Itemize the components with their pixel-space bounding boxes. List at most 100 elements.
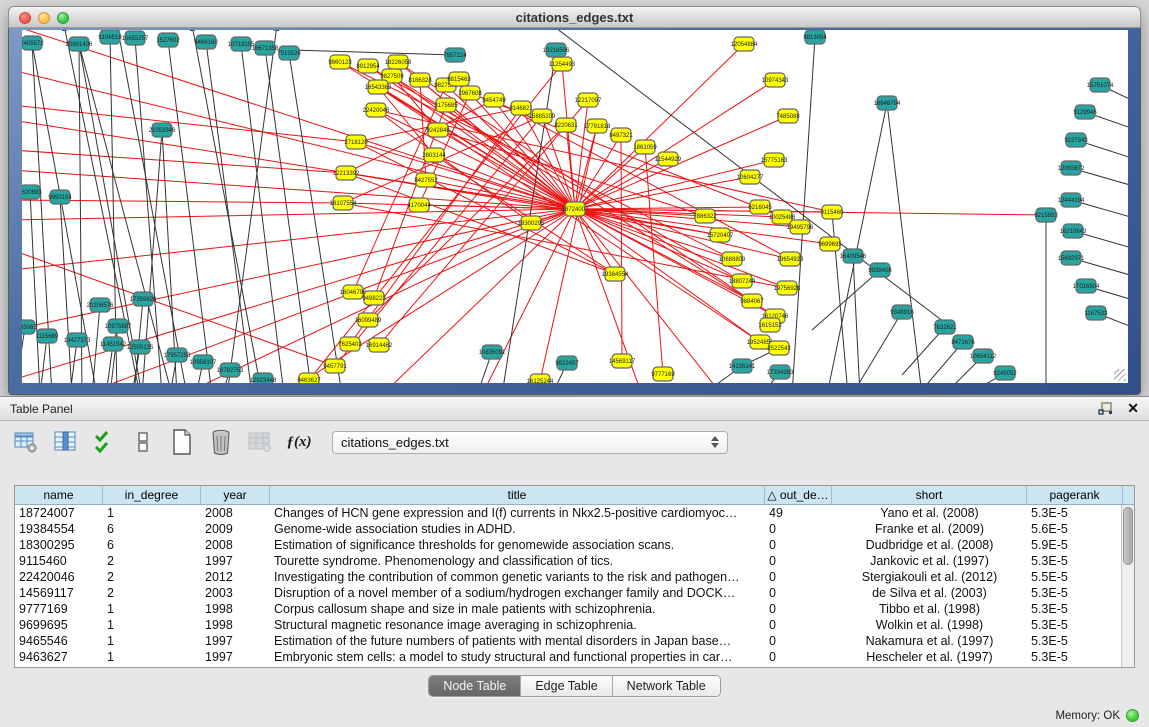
graph-node[interactable]: 13427373	[64, 333, 91, 347]
graph-edge[interactable]	[30, 192, 40, 383]
graph-node[interactable]: 2967608	[458, 86, 482, 100]
graph-edge[interactable]	[162, 130, 177, 383]
graph-node[interactable]: 2405572	[22, 36, 44, 50]
graph-edge[interactable]	[812, 270, 880, 330]
table-row[interactable]: 911546021997Tourette syndrome. Phenomeno…	[15, 553, 1134, 569]
tab-node-table[interactable]: Node Table	[429, 676, 521, 696]
graph-node[interactable]: 12213392	[333, 166, 360, 180]
select-all-button[interactable]	[92, 430, 116, 454]
graph-node[interactable]: 22420046	[363, 103, 390, 117]
graph-node[interactable]: 1861059	[633, 140, 657, 154]
graph-node[interactable]: 7485088	[776, 109, 800, 123]
graph-node[interactable]: 10654112	[970, 349, 997, 363]
graph-node[interactable]: 9950154	[48, 190, 72, 204]
graph-node[interactable]: 6216045	[748, 200, 772, 214]
graph-node[interactable]: 19756928	[774, 281, 801, 295]
graph-node[interactable]: 17957253	[164, 348, 191, 362]
graph-edge[interactable]	[852, 312, 902, 383]
graph-node[interactable]: 8186328	[408, 73, 432, 87]
graph-node[interactable]: 9215953	[1034, 208, 1058, 222]
graph-node[interactable]: 9463627	[297, 373, 321, 383]
graph-node[interactable]: 8497321	[609, 128, 633, 142]
graph-node[interactable]: 9242848	[426, 123, 450, 137]
delete-rows-button[interactable]	[209, 430, 233, 454]
graph-node[interactable]: 10835091	[479, 345, 506, 359]
graph-node[interactable]: 7835061	[22, 320, 37, 334]
graph-node[interactable]: 18724007	[562, 202, 589, 216]
graph-node[interactable]: 8454749	[482, 93, 506, 107]
graph-node[interactable]: 2803144	[422, 148, 446, 162]
graph-edge[interactable]	[64, 30, 140, 383]
graph-node[interactable]: 7632621	[933, 320, 957, 334]
column-header[interactable]: year	[201, 486, 270, 504]
graph-node[interactable]: 15775163	[761, 153, 788, 167]
graph-node[interactable]: 7625402	[338, 337, 362, 351]
graph-edge[interactable]	[289, 53, 342, 383]
graph-node[interactable]: 8471676	[951, 335, 975, 349]
graph-node[interactable]: 9860123	[328, 55, 352, 69]
table-row[interactable]: 969969511998Structural magnetic resonanc…	[15, 617, 1134, 633]
graph-node[interactable]: 19218506	[543, 43, 570, 57]
graph-node[interactable]: 9498222	[362, 291, 386, 305]
graph-node[interactable]: 11451942	[100, 337, 127, 351]
graph-node[interactable]: 15692971	[1058, 251, 1085, 265]
graph-edge[interactable]	[887, 103, 922, 383]
graph-node[interactable]: 7886322	[693, 209, 717, 223]
graph-node[interactable]: 10975887	[105, 319, 132, 333]
graph-node[interactable]: 9129946	[1073, 105, 1097, 119]
graph-node[interactable]: 9699695	[818, 237, 842, 251]
graph-node[interactable]: 15720407	[707, 228, 734, 242]
graph-node[interactable]: 1115689	[36, 329, 59, 343]
graph-node[interactable]: 19495796	[787, 220, 814, 234]
new-table-button[interactable]	[170, 430, 194, 454]
column-header[interactable]: title	[270, 486, 765, 504]
tab-edge-table[interactable]: Edge Table	[521, 676, 612, 696]
graph-node[interactable]: 4170044	[407, 198, 431, 212]
graph-node[interactable]: 1615152	[758, 318, 782, 332]
choose-column-button[interactable]	[53, 430, 77, 454]
table-row[interactable]: 1456911722003Disruption of a novel membe…	[15, 585, 1134, 601]
graph-node[interactable]: 10688809	[719, 252, 746, 266]
column-header[interactable]: pagerank	[1027, 486, 1123, 504]
graph-node[interactable]: 18807249	[729, 274, 756, 288]
graph-node[interactable]: 12054884	[731, 37, 758, 51]
function-builder-button[interactable]: ƒ(x)	[287, 430, 311, 454]
graph-node[interactable]: 16210643	[1060, 224, 1087, 238]
graph-edge[interactable]	[562, 64, 575, 209]
graph-node[interactable]: 1167533	[1085, 306, 1109, 320]
graph-node[interactable]: 14136141	[729, 359, 756, 373]
graph-edge[interactable]	[540, 126, 597, 381]
graph-edge[interactable]	[382, 209, 575, 383]
table-row[interactable]: 1830029562008Estimation of significance …	[15, 537, 1134, 553]
graph-edge[interactable]	[22, 105, 356, 142]
graph-node[interactable]: 9106518	[98, 30, 122, 44]
graph-node[interactable]: 11544929	[655, 152, 682, 166]
graph-node[interactable]: 18107554	[330, 196, 357, 210]
graph-node[interactable]: 17016504	[1073, 279, 1100, 293]
graph-node[interactable]: 16648794	[874, 96, 901, 110]
graph-node[interactable]: 16914462	[366, 338, 393, 352]
column-header[interactable]: name	[15, 486, 103, 504]
graph-node[interactable]: 16409546	[840, 249, 867, 263]
graph-node[interactable]: 1527602	[156, 33, 180, 47]
table-row[interactable]: 946362711997Embryonic stem cells: a mode…	[15, 649, 1134, 665]
table-row[interactable]: 977716911998Corpus callosum shape and si…	[15, 601, 1134, 617]
graph-node[interactable]: 9115460	[821, 205, 845, 219]
graph-node[interactable]: 15885209	[529, 109, 556, 123]
graph-node[interactable]: 8427552	[414, 173, 438, 187]
column-settings-button[interactable]	[14, 430, 38, 454]
delete-table-button-disabled[interactable]	[248, 430, 272, 454]
graph-edge[interactable]	[92, 305, 100, 383]
graph-node[interactable]: 19654923	[777, 252, 804, 266]
window-titlebar[interactable]: citations_edges.txt	[8, 6, 1141, 28]
graph-node[interactable]: 16125244	[527, 374, 554, 383]
citation-network-graph[interactable]: 1872400798601238912954182260589827509165…	[22, 30, 1128, 383]
graph-node[interactable]: 12923448	[250, 373, 277, 383]
graph-node[interactable]: 18300295	[518, 216, 545, 230]
graph-edge[interactable]	[22, 327, 25, 380]
column-header[interactable]: in_degree	[103, 486, 201, 504]
graph-edge[interactable]	[645, 147, 663, 374]
graph-node[interactable]: 12505135	[127, 340, 154, 354]
graph-node[interactable]: 2620693	[22, 185, 42, 199]
graph-node[interactable]: 9922457	[555, 356, 579, 370]
